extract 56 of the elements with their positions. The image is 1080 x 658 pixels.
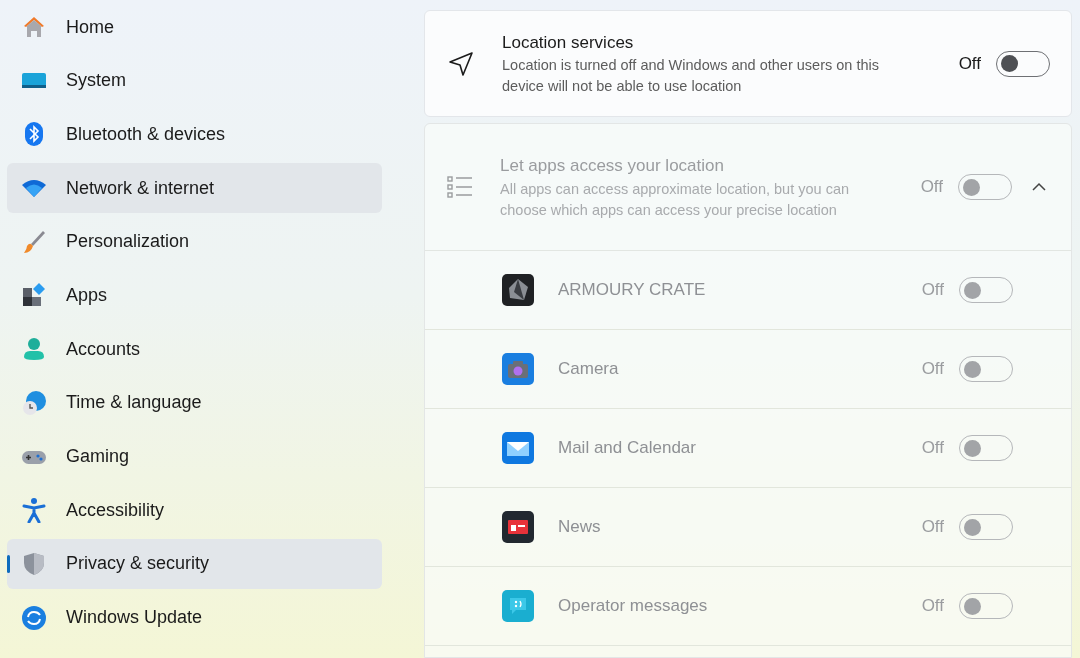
toggle-state-label: Off: [921, 516, 944, 539]
toggle-state-label: Off: [920, 176, 943, 199]
sidebar-label: Bluetooth & devices: [66, 122, 226, 146]
brush-icon: [21, 228, 47, 255]
sidebar-label: Time & language: [66, 391, 202, 415]
globe-clock-icon: [21, 389, 47, 416]
app-name: Camera: [558, 358, 619, 381]
sidebar-label: Apps: [66, 283, 108, 307]
selection-indicator: [7, 554, 10, 573]
sidebar-item[interactable]: Time & language: [7, 377, 382, 428]
sidebar-item[interactable]: Apps: [7, 270, 382, 321]
sidebar-item[interactable]: Accounts: [7, 324, 382, 375]
sidebar-label: Privacy & security: [66, 552, 210, 576]
camera-icon: [502, 353, 534, 385]
sidebar-item[interactable]: Bluetooth & devices: [7, 109, 382, 160]
sidebar-label: Network & internet: [66, 176, 215, 200]
chat-icon: [502, 590, 534, 622]
app-name: ARMOURY CRATE: [558, 279, 706, 302]
sidebar-item[interactable]: System: [7, 55, 382, 106]
toggle-state-label: Off: [921, 437, 944, 460]
setting-title: Location services: [502, 31, 635, 54]
update-icon: [21, 604, 47, 631]
sidebar-label: Accessibility: [66, 498, 165, 522]
sidebar-item[interactable]: Network & internet: [7, 163, 382, 214]
list-icon: [447, 175, 473, 199]
sidebar-label: Gaming: [66, 445, 130, 468]
sidebar-label: Windows Update: [66, 606, 203, 630]
mail-icon: [502, 432, 534, 464]
accessibility-icon: [21, 497, 47, 524]
app-icon: [502, 274, 534, 306]
person-icon: [21, 336, 47, 363]
sidebar-item[interactable]: Privacy & security: [7, 538, 382, 589]
toggle-state-label: Off: [921, 279, 944, 302]
chevron-icon: [1031, 182, 1047, 192]
toggle-state-label: Off: [958, 52, 981, 75]
sidebar-label: System: [66, 69, 126, 93]
sidebar-item[interactable]: Windows Update: [7, 592, 382, 643]
sidebar-item[interactable]: Personalization: [7, 216, 382, 267]
sidebar-label: Home: [66, 15, 114, 39]
setting-title: Let apps access your location: [500, 155, 725, 178]
app-name: News: [558, 516, 601, 539]
sidebar-label: Personalization: [66, 230, 190, 254]
shield-icon: [21, 550, 47, 577]
location-arrow-icon: [447, 49, 475, 78]
toggle-state-label: Off: [921, 595, 944, 618]
news-icon: [502, 511, 534, 543]
sidebar-item[interactable]: Gaming: [7, 431, 382, 482]
toggle-state-label: Off: [921, 358, 944, 381]
app-name: Operator messages: [558, 595, 708, 618]
sidebar-item[interactable]: Home: [7, 2, 382, 52]
apps-icon: [21, 282, 47, 309]
app-name: Mail and Calendar: [558, 437, 696, 460]
setting-description: Location is turned off and Windows and other users on this device will not be able to use location: [502, 56, 880, 97]
setting-description: All apps can access approximate location, but you can choose which apps can access your precise location: [500, 179, 850, 220]
sidebar-item[interactable]: Accessibility: [7, 485, 382, 536]
sidebar-label: Accounts: [66, 337, 141, 361]
